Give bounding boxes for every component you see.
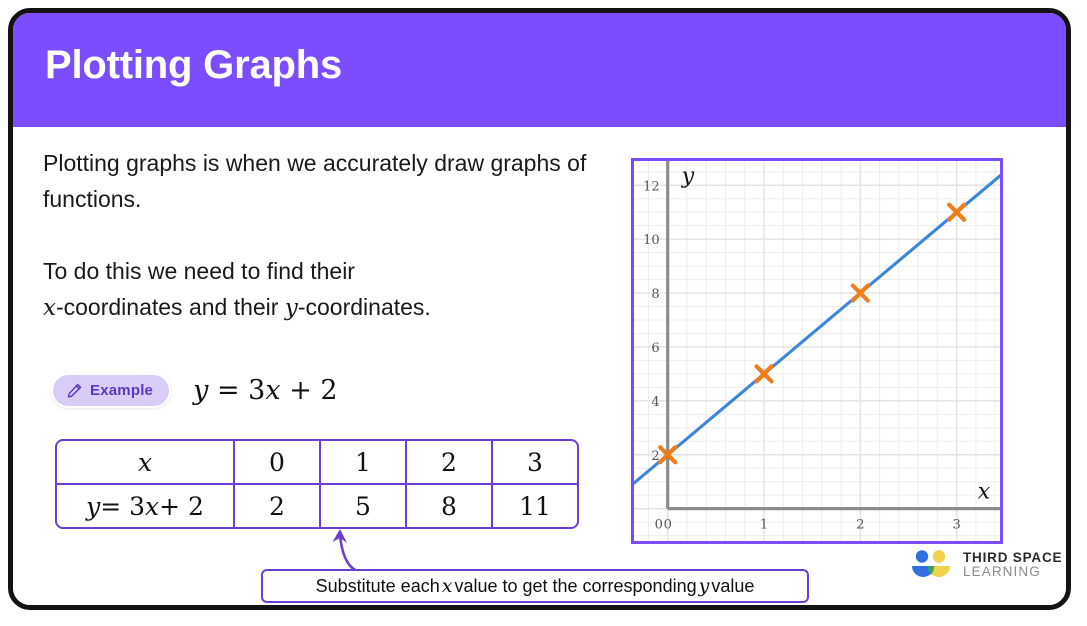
svg-text:6: 6 xyxy=(651,341,659,356)
chart-x-axis-label: x xyxy=(978,480,991,505)
svg-text:8: 8 xyxy=(651,287,659,302)
svg-text:4: 4 xyxy=(651,395,659,410)
graph-panel: 0123 2 4 6 8 10 12 0 x y xyxy=(631,158,1003,544)
table-cell-x-2: 2 xyxy=(407,441,493,485)
math-var-y: y xyxy=(284,295,298,321)
table-row-x: x 0 1 2 3 xyxy=(57,441,577,485)
callout-text-part3: value xyxy=(711,575,755,596)
table-cell-y-3: 11 xyxy=(519,491,551,521)
chart-x-tick-labels: 0 1 2 3 xyxy=(664,518,961,533)
slide-header: Plotting Graphs xyxy=(13,13,1066,127)
example-badge-label: Example xyxy=(90,382,154,399)
chart-y-axis-label: y xyxy=(681,164,695,189)
table-cell-x-1: 1 xyxy=(321,441,407,485)
table-header-x: x xyxy=(57,441,235,485)
third-space-logo-icon xyxy=(908,549,954,581)
brand-line-1: THIRD SPACE xyxy=(963,549,1063,565)
callout-box: Substitute each x value to get the corre… xyxy=(261,569,809,603)
chart-axes xyxy=(666,161,1000,511)
math-var-x: x xyxy=(43,295,56,321)
table-cell-x-3: 3 xyxy=(493,441,577,485)
brand-logo: THIRD SPACE LEARNING xyxy=(908,549,1062,581)
chart-major-grid xyxy=(634,161,1000,541)
callout-text-part2: value to get the corresponding xyxy=(454,575,697,596)
paragraph-coordinates-part1: To do this we need to find their xyxy=(43,258,355,284)
callout-var-x: x xyxy=(441,575,453,597)
svg-text:2: 2 xyxy=(651,449,659,464)
svg-text:0: 0 xyxy=(664,518,672,533)
example-equation-tail: + 2 xyxy=(289,375,338,406)
paragraph-coordinates: To do this we need to find their x-coord… xyxy=(43,253,613,326)
svg-text:3: 3 xyxy=(953,518,961,533)
chart-y-tick-labels: 2 4 6 8 10 12 0 xyxy=(643,179,663,532)
paragraph-coordinates-part3: -coordinates. xyxy=(297,294,431,320)
slide-body: Plotting graphs is when we accurately dr… xyxy=(13,127,1066,605)
page-title: Plotting Graphs xyxy=(45,43,343,87)
paragraph-coordinates-part2: -coordinates and their xyxy=(55,294,279,320)
callout-var-y: y xyxy=(698,575,710,597)
brand-logo-text: THIRD SPACE LEARNING xyxy=(963,549,1063,579)
text-column: Plotting graphs is when we accurately dr… xyxy=(43,145,613,326)
example-equation-mid: = 3 xyxy=(216,375,266,406)
svg-text:12: 12 xyxy=(643,179,660,194)
example-equation-x: x xyxy=(265,375,281,406)
values-table: x 0 1 2 3 y= 3x+ 2 2 5 8 11 xyxy=(55,439,579,529)
brand-line-2: LEARNING xyxy=(963,564,1041,579)
table-cell-y-1: 5 xyxy=(321,485,407,527)
chart-minor-grid xyxy=(634,161,1000,541)
logo-head-blue xyxy=(915,550,929,563)
table-cell-y-0: 2 xyxy=(235,485,321,527)
pencil-icon xyxy=(66,382,83,399)
example-equation-y: y xyxy=(193,375,209,406)
line-chart: 0123 246810120 x y xyxy=(634,161,1000,541)
paragraph-intro: Plotting graphs is when we accurately dr… xyxy=(43,150,587,212)
callout-text-part1: Substitute each xyxy=(315,575,440,596)
table-cell-y-2: 8 xyxy=(407,485,493,527)
svg-text:10: 10 xyxy=(643,233,660,248)
svg-text:1: 1 xyxy=(760,518,768,533)
logo-head-yellow xyxy=(932,550,946,563)
example-equation: y = 3x + 2 xyxy=(193,375,337,406)
svg-text:2: 2 xyxy=(856,518,864,533)
chart-series-line xyxy=(634,174,1000,485)
example-row: Example y = 3x + 2 xyxy=(51,373,338,408)
table-cell-x-0: 0 xyxy=(235,441,321,485)
svg-text:0: 0 xyxy=(655,518,663,533)
example-badge: Example xyxy=(51,373,172,408)
slide: Plotting Graphs Plotting graphs is when … xyxy=(8,8,1071,610)
table-row-y: y= 3x+ 2 2 5 8 11 xyxy=(57,485,577,527)
table-header-y: y= 3x+ 2 xyxy=(57,485,235,527)
